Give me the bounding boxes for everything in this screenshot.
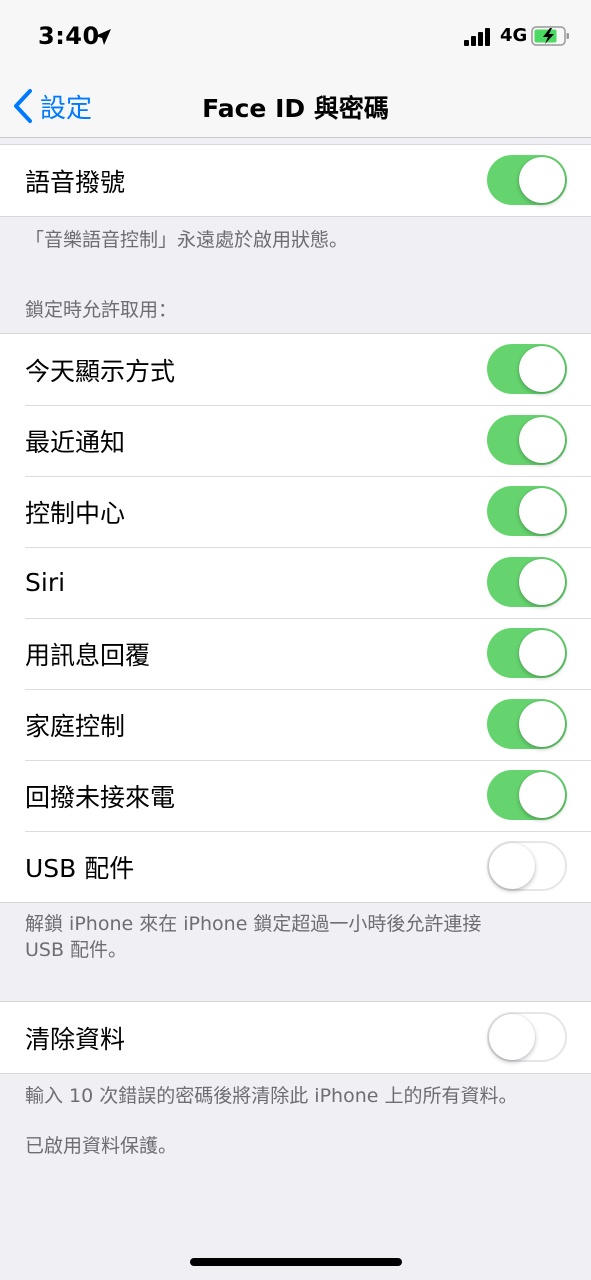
settings-row-today-view: 今天顯示方式 xyxy=(0,334,591,405)
status-time: 3:40 xyxy=(38,22,100,50)
settings-row-erase-data: 清除資料 xyxy=(0,1002,591,1073)
usb-accessories-toggle[interactable] xyxy=(487,841,567,891)
lock-access-group: 今天顯示方式 最近通知 控制中心 Siri 用訊息回覆 家庭控制 回撥未接來電 … xyxy=(0,333,591,903)
home-indicator[interactable] xyxy=(190,1258,402,1266)
location-arrow-icon xyxy=(95,29,111,45)
toggle-knob xyxy=(519,701,565,747)
row-label: 語音撥號 xyxy=(25,167,126,197)
settings-row-reply-with-message: 用訊息回覆 xyxy=(0,618,591,689)
network-label: 4G xyxy=(500,25,528,46)
toggle-knob xyxy=(489,1014,535,1060)
voice-dial-group: 語音撥號 xyxy=(0,144,591,217)
battery-charging-icon xyxy=(531,26,569,46)
row-label: 控制中心 xyxy=(25,498,126,528)
toggle-knob xyxy=(519,630,565,676)
today-view-toggle[interactable] xyxy=(487,344,567,394)
lock-access-section-header: 鎖定時允許取用： xyxy=(25,299,178,321)
usb-footnote-line-1: 解鎖 iPhone 來在 iPhone 鎖定超過一小時後允許連接 xyxy=(25,913,482,935)
recent-notifications-toggle[interactable] xyxy=(487,415,567,465)
voice-dial-toggle[interactable] xyxy=(487,155,567,205)
row-label: Siri xyxy=(25,568,66,597)
usb-accessories-footnote: 解鎖 iPhone 來在 iPhone 鎖定超過一小時後允許連接 USB 配件。 xyxy=(25,911,570,963)
data-protection-note: 已啟用資料保護。 xyxy=(25,1135,178,1157)
toggle-knob xyxy=(519,488,565,534)
control-center-toggle[interactable] xyxy=(487,486,567,536)
status-bar: 3:40 4G xyxy=(0,0,591,74)
row-label: 家庭控制 xyxy=(25,711,126,741)
signal-icon xyxy=(464,28,490,46)
erase-data-toggle[interactable] xyxy=(487,1012,567,1062)
toggle-knob xyxy=(519,346,565,392)
return-missed-calls-toggle[interactable] xyxy=(487,770,567,820)
settings-row-home-control: 家庭控制 xyxy=(0,689,591,760)
toggle-knob xyxy=(519,417,565,463)
navigation-bar: 設定 Face ID 與密碼 xyxy=(0,74,591,138)
settings-row-usb-accessories: USB 配件 xyxy=(0,831,591,902)
siri-toggle[interactable] xyxy=(487,557,567,607)
reply-with-message-toggle[interactable] xyxy=(487,628,567,678)
settings-row-recent-notifications: 最近通知 xyxy=(0,405,591,476)
row-label: 今天顯示方式 xyxy=(25,356,176,386)
usb-footnote-line-2: USB 配件。 xyxy=(25,939,128,961)
settings-row-return-missed-calls: 回撥未接來電 xyxy=(0,760,591,831)
page-title: Face ID 與密碼 xyxy=(202,94,389,123)
settings-row-siri: Siri xyxy=(0,547,591,618)
settings-row-voice-dial: 語音撥號 xyxy=(0,145,591,216)
row-label: 最近通知 xyxy=(25,427,126,457)
voice-dial-footnote: 「音樂語音控制」永遠處於啟用狀態。 xyxy=(25,229,349,251)
row-label: USB 配件 xyxy=(25,853,135,883)
erase-data-group: 清除資料 xyxy=(0,1001,591,1074)
row-label: 回撥未接來電 xyxy=(25,782,176,812)
row-label: 用訊息回覆 xyxy=(25,640,151,670)
home-control-toggle[interactable] xyxy=(487,699,567,749)
settings-row-control-center: 控制中心 xyxy=(0,476,591,547)
toggle-knob xyxy=(489,843,535,889)
toggle-knob xyxy=(519,559,565,605)
row-label: 清除資料 xyxy=(25,1024,126,1054)
erase-data-footnote: 輸入 10 次錯誤的密碼後將清除此 iPhone 上的所有資料。 xyxy=(25,1085,518,1107)
toggle-knob xyxy=(519,157,565,203)
toggle-knob xyxy=(519,772,565,818)
